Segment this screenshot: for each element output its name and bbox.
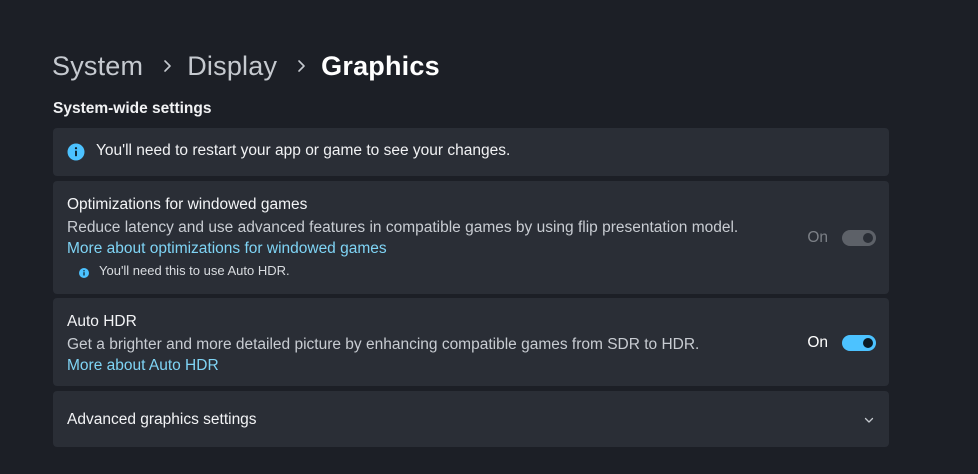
breadcrumb-display[interactable]: Display	[187, 48, 277, 84]
note-text: You'll need this to use Auto HDR.	[99, 263, 290, 278]
windowed-optimizations-link[interactable]: More about optimizations for windowed ga…	[67, 240, 387, 257]
toggle-knob	[863, 233, 873, 243]
toggle-label: On	[807, 229, 828, 246]
chevron-right-icon	[157, 55, 179, 77]
breadcrumb-system[interactable]: System	[52, 48, 143, 84]
info-icon	[79, 266, 89, 278]
windowed-optimizations-setting: Optimizations for windowed games Reduce …	[53, 181, 889, 294]
section-title: System-wide settings	[53, 100, 212, 117]
setting-title: Auto HDR	[67, 313, 137, 330]
auto-hdr-toggle[interactable]	[842, 335, 876, 351]
breadcrumb: System Display Graphics	[52, 48, 440, 84]
setting-description: Reduce latency and use advanced features…	[67, 217, 747, 259]
setting-description: Get a brighter and more detailed picture…	[67, 336, 700, 353]
advanced-graphics-settings-row[interactable]: Advanced graphics settings	[53, 391, 889, 447]
advanced-graphics-settings-label: Advanced graphics settings	[67, 411, 257, 428]
graphics-settings-page: System Display Graphics System-wide sett…	[0, 0, 978, 474]
toggle-label: On	[807, 334, 828, 351]
auto-hdr-toggle-group: On	[807, 334, 876, 352]
breadcrumb-graphics: Graphics	[321, 51, 440, 81]
chevron-down-icon[interactable]	[863, 413, 875, 425]
setting-title: Optimizations for windowed games	[67, 196, 308, 213]
toggle-knob	[863, 338, 873, 348]
windowed-optimizations-toggle	[842, 230, 876, 246]
restart-info-banner: You'll need to restart your app or game …	[53, 128, 889, 176]
windowed-optimizations-toggle-group: On	[807, 229, 876, 247]
auto-hdr-setting: Auto HDR Get a brighter and more detaile…	[53, 298, 889, 386]
info-icon	[67, 143, 85, 161]
setting-description-text: Reduce latency and use advanced features…	[67, 219, 739, 236]
chevron-right-icon	[291, 55, 313, 77]
info-banner-text: You'll need to restart your app or game …	[96, 142, 511, 159]
auto-hdr-note: You'll need this to use Auto HDR.	[79, 263, 290, 278]
auto-hdr-link[interactable]: More about Auto HDR	[67, 357, 219, 375]
